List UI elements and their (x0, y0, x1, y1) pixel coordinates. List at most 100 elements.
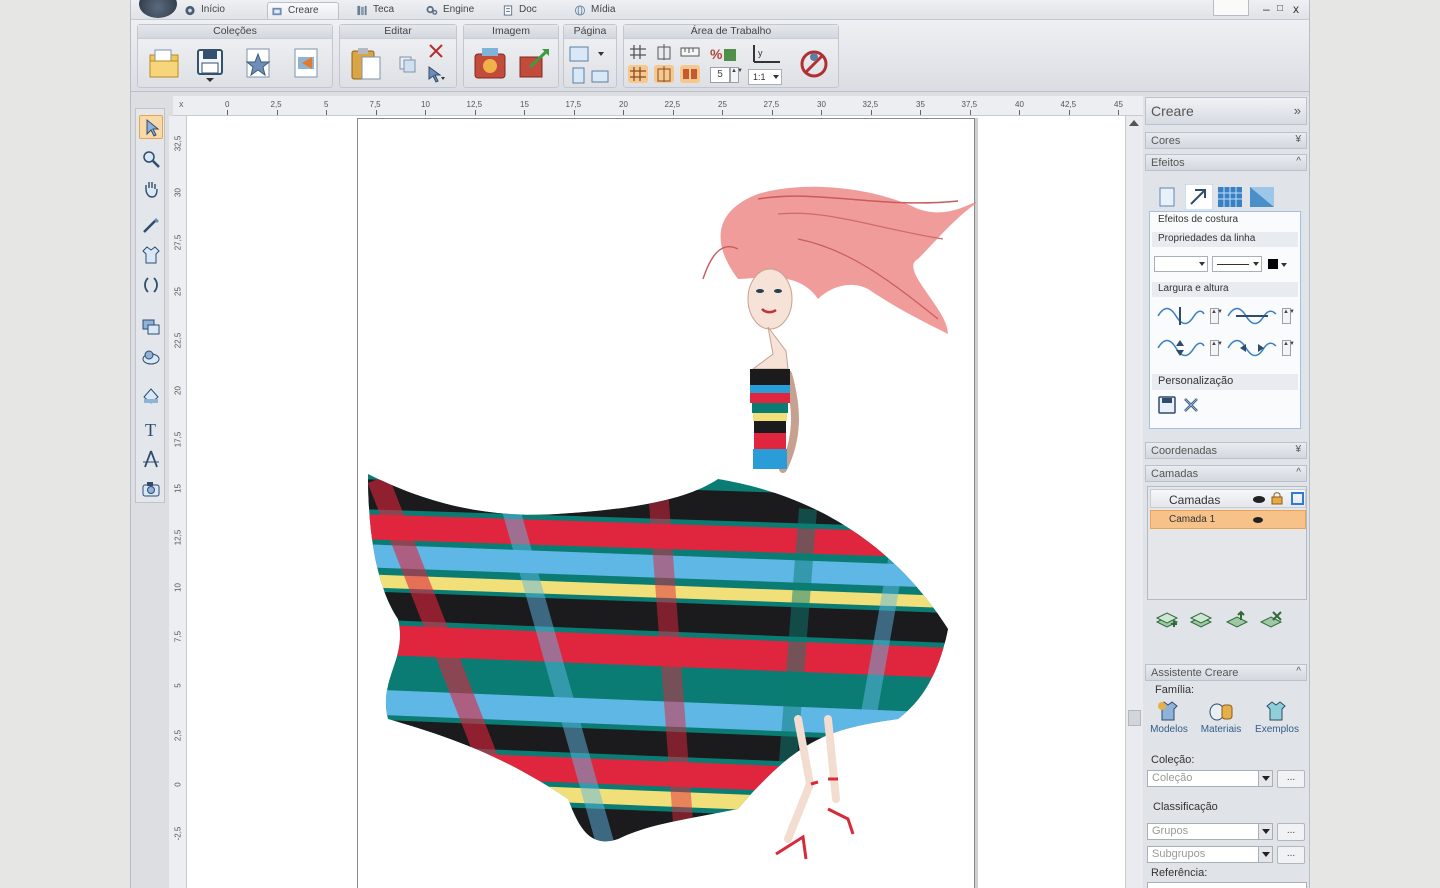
groups-select[interactable]: Grupos (1147, 823, 1273, 840)
ellipse-tool[interactable] (139, 345, 163, 369)
page-sheet[interactable] (357, 118, 983, 888)
scroll-thumb[interactable] (1128, 710, 1141, 726)
snap-grid-button[interactable] (628, 65, 648, 83)
step-spin-arrows[interactable]: ▲▼ (730, 67, 743, 83)
delete-preset-icon[interactable] (1182, 396, 1200, 414)
dropdown-arrow-icon[interactable] (1258, 824, 1272, 839)
line-color-swatch[interactable] (1268, 259, 1278, 269)
wave-height-icon[interactable] (1226, 304, 1278, 328)
garment-tool[interactable] (139, 243, 163, 267)
family-modelos[interactable]: Modelos (1145, 700, 1193, 735)
groups-browse-button[interactable]: ... (1277, 823, 1305, 841)
save-collection-button[interactable] (192, 45, 228, 83)
tab-doc[interactable]: Doc (499, 2, 541, 19)
horizontal-ruler[interactable]: x 0 2,5 5 7,5 10 12,5 15 17,5 20 22,5 25 27,5 30 32,5… (173, 96, 1145, 116)
family-materiais[interactable]: Materiais (1197, 700, 1245, 735)
wave-height-spin[interactable]: ▲▼ (1282, 308, 1295, 324)
dropdown-arrow-icon[interactable] (1258, 847, 1272, 862)
line-style-combo[interactable] (1154, 256, 1208, 272)
snap-guides-button[interactable] (654, 65, 674, 83)
text-tool[interactable]: T (139, 417, 163, 441)
snap-objects-button[interactable] (680, 65, 700, 83)
panel-header-creare[interactable]: Creare » (1145, 97, 1307, 125)
tab-engine[interactable]: Engine (423, 2, 478, 19)
collapse-panel-icon[interactable]: » (1294, 103, 1301, 118)
frame-icon[interactable] (1291, 492, 1304, 505)
tab-teca[interactable]: Teca (353, 2, 398, 19)
close-button[interactable]: x (1293, 2, 1299, 16)
zoom-tool[interactable] (139, 147, 163, 171)
tab-midia[interactable]: Mídia (571, 2, 619, 19)
percentage-button[interactable]: % (708, 43, 740, 65)
tab-creare[interactable]: Creare (267, 2, 339, 19)
line-dash-combo[interactable] (1212, 256, 1262, 272)
app-logo-orb[interactable] (139, 0, 177, 18)
cut-button[interactable] (426, 43, 446, 61)
subgroups-select[interactable]: Subgrupos (1147, 846, 1273, 863)
visibility-eye-icon[interactable] (1253, 496, 1265, 503)
mirror-tool[interactable] (139, 273, 163, 297)
family-exemplos[interactable]: Exemplos (1253, 700, 1301, 735)
step-spin-input[interactable]: 5 (710, 67, 730, 83)
save-preset-icon[interactable] (1158, 396, 1176, 414)
effect-gradient-icon[interactable] (1249, 186, 1275, 208)
disable-tools-button[interactable] (796, 45, 832, 83)
section-camadas[interactable]: Camadas ^ (1145, 465, 1307, 482)
fill-tool[interactable] (139, 383, 163, 407)
scroll-up-arrow-icon[interactable] (1129, 120, 1139, 126)
visibility-eye-icon[interactable] (1253, 517, 1263, 523)
color-dropdown-arrow-icon[interactable] (1281, 263, 1287, 267)
page-portrait-button[interactable] (568, 67, 588, 85)
reference-input[interactable] (1147, 882, 1307, 888)
effect-page-icon[interactable] (1157, 186, 1177, 208)
canvas-vertical-scrollbar[interactable] (1125, 116, 1143, 888)
shape-tool[interactable] (139, 315, 163, 339)
add-layer-icon[interactable] (1155, 608, 1179, 632)
collection-select[interactable]: Coleção (1147, 770, 1273, 787)
page-setup-dropdown[interactable] (568, 45, 612, 63)
section-assistente-creare[interactable]: Assistente Creare ^ (1145, 664, 1307, 681)
quick-access-box[interactable] (1213, 0, 1249, 16)
vertical-ruler[interactable]: 32,5 30 27,5 25 22,5 20 17,5 15 12,5 10 7,5 5 2,5 0 -2… (169, 116, 187, 888)
section-cores[interactable]: Cores ¥ (1145, 132, 1307, 149)
wave-width-icon[interactable] (1156, 304, 1206, 328)
pen-tool[interactable] (139, 213, 163, 237)
new-collection-button[interactable] (240, 45, 276, 83)
camera-tool[interactable] (139, 477, 163, 501)
guides-button[interactable] (654, 43, 674, 61)
maximize-button[interactable]: □ (1277, 3, 1283, 14)
page-landscape-button[interactable] (590, 67, 610, 85)
effect-pattern-icon[interactable] (1217, 186, 1243, 208)
select-dropdown-button[interactable] (426, 65, 446, 83)
delete-layer-icon[interactable] (1259, 608, 1283, 632)
open-collection-button[interactable] (146, 45, 182, 83)
image-button[interactable] (472, 45, 508, 83)
wave-frequency-icon[interactable] (1226, 336, 1278, 360)
pan-tool[interactable] (139, 177, 163, 201)
section-efeitos[interactable]: Efeitos ^ (1145, 154, 1307, 171)
section-coordenadas[interactable]: Coordenadas ¥ (1145, 442, 1307, 459)
dropdown-arrow-icon[interactable] (1258, 771, 1272, 786)
layer-row-camada-1[interactable]: Camada 1 (1150, 510, 1306, 529)
wave-width-spin[interactable]: ▲▼ (1210, 308, 1223, 324)
measure-tool[interactable] (139, 447, 163, 471)
lock-icon[interactable] (1271, 492, 1283, 505)
drawing-canvas[interactable] (187, 116, 1125, 888)
fashion-illustration[interactable] (358, 119, 983, 888)
grid-button[interactable] (628, 43, 648, 61)
paste-button[interactable] (348, 45, 384, 83)
image-transform-button[interactable] (516, 45, 552, 83)
minimize-button[interactable]: – (1263, 2, 1270, 16)
subgroups-browse-button[interactable]: ... (1277, 846, 1305, 864)
collection-browse-button[interactable]: ... (1277, 770, 1305, 788)
ruler-button[interactable] (680, 43, 700, 61)
duplicate-layer-icon[interactable] (1189, 608, 1213, 632)
wave-amplitude-spin[interactable]: ▲▼ (1210, 340, 1223, 356)
export-collection-button[interactable] (288, 45, 324, 83)
axis-button[interactable]: y (748, 43, 784, 65)
wave-amplitude-icon[interactable] (1156, 336, 1206, 360)
effect-seam-tab-icon[interactable] (1185, 184, 1213, 210)
move-layer-icon[interactable] (1225, 608, 1249, 632)
wave-frequency-spin[interactable]: ▲▼ (1282, 340, 1295, 356)
copy-button[interactable] (398, 55, 418, 73)
